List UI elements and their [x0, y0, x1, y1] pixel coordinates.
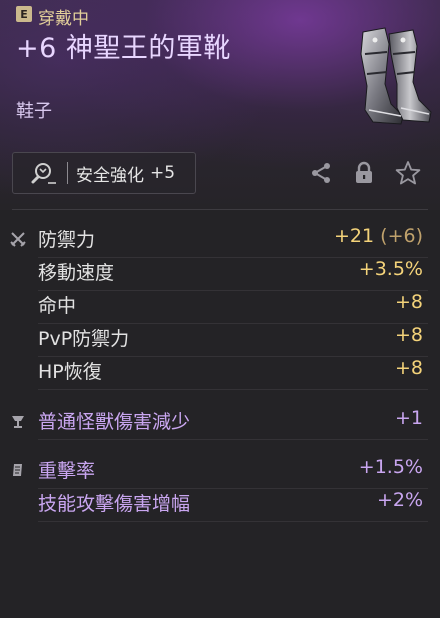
item-type: 鞋子: [16, 101, 52, 122]
safe-enhance-value: +5: [150, 163, 176, 183]
stat-value: +1.5%: [358, 456, 423, 478]
stat-value: +1: [394, 407, 423, 429]
equipped-badge: E: [16, 6, 32, 22]
stat-row: HP恢復 +8: [0, 357, 440, 390]
row-divider: [38, 521, 428, 522]
stat-row: 重擊率 +1.5%: [0, 456, 440, 489]
stat-row: 防禦力 +21 (+6): [0, 225, 440, 258]
stat-name: 普通怪獸傷害減少: [38, 411, 191, 433]
stat-value: +8: [394, 291, 423, 313]
search-magnifier-icon: [23, 153, 63, 193]
lock-icon[interactable]: [350, 159, 378, 187]
safe-enhance-box[interactable]: 安全強化 +5: [12, 152, 196, 194]
stat-name: 重擊率: [38, 460, 96, 482]
stat-value: +2%: [376, 489, 423, 511]
stat-row: 命中 +8: [0, 291, 440, 324]
stat-value: +8: [394, 324, 423, 346]
stat-name: 移動速度: [38, 262, 115, 284]
stat-row: 技能攻擊傷害增幅 +2%: [0, 489, 440, 522]
stat-name: HP恢復: [38, 361, 102, 383]
boots-image: [360, 27, 432, 125]
row-divider: [38, 389, 428, 390]
crossed-swords-icon: [10, 231, 26, 247]
star-icon[interactable]: [394, 159, 422, 187]
stat-name: 命中: [38, 295, 77, 317]
share-icon[interactable]: [307, 159, 335, 187]
stat-name: 技能攻擊傷害增幅: [38, 493, 191, 515]
section-divider: [12, 209, 428, 210]
stat-row: 普通怪獸傷害減少 +1: [0, 407, 440, 440]
item-title: +6 神聖王的軍靴: [16, 33, 231, 64]
stat-value: +21 (+6): [334, 225, 423, 247]
stat-value: +8: [394, 357, 423, 379]
separator: [67, 162, 68, 184]
stat-row: PvP防禦力 +8: [0, 324, 440, 357]
stat-name: 防禦力: [38, 229, 96, 251]
row-divider: [38, 439, 428, 440]
stat-name: PvP防禦力: [38, 328, 130, 350]
safe-enhance-label: 安全強化: [76, 165, 144, 186]
scroll-icon: [10, 462, 26, 478]
stat-row: 移動速度 +3.5%: [0, 258, 440, 291]
chalice-icon: [10, 413, 26, 429]
stat-bonus: (+6): [380, 225, 423, 247]
stat-value: +3.5%: [358, 258, 423, 280]
